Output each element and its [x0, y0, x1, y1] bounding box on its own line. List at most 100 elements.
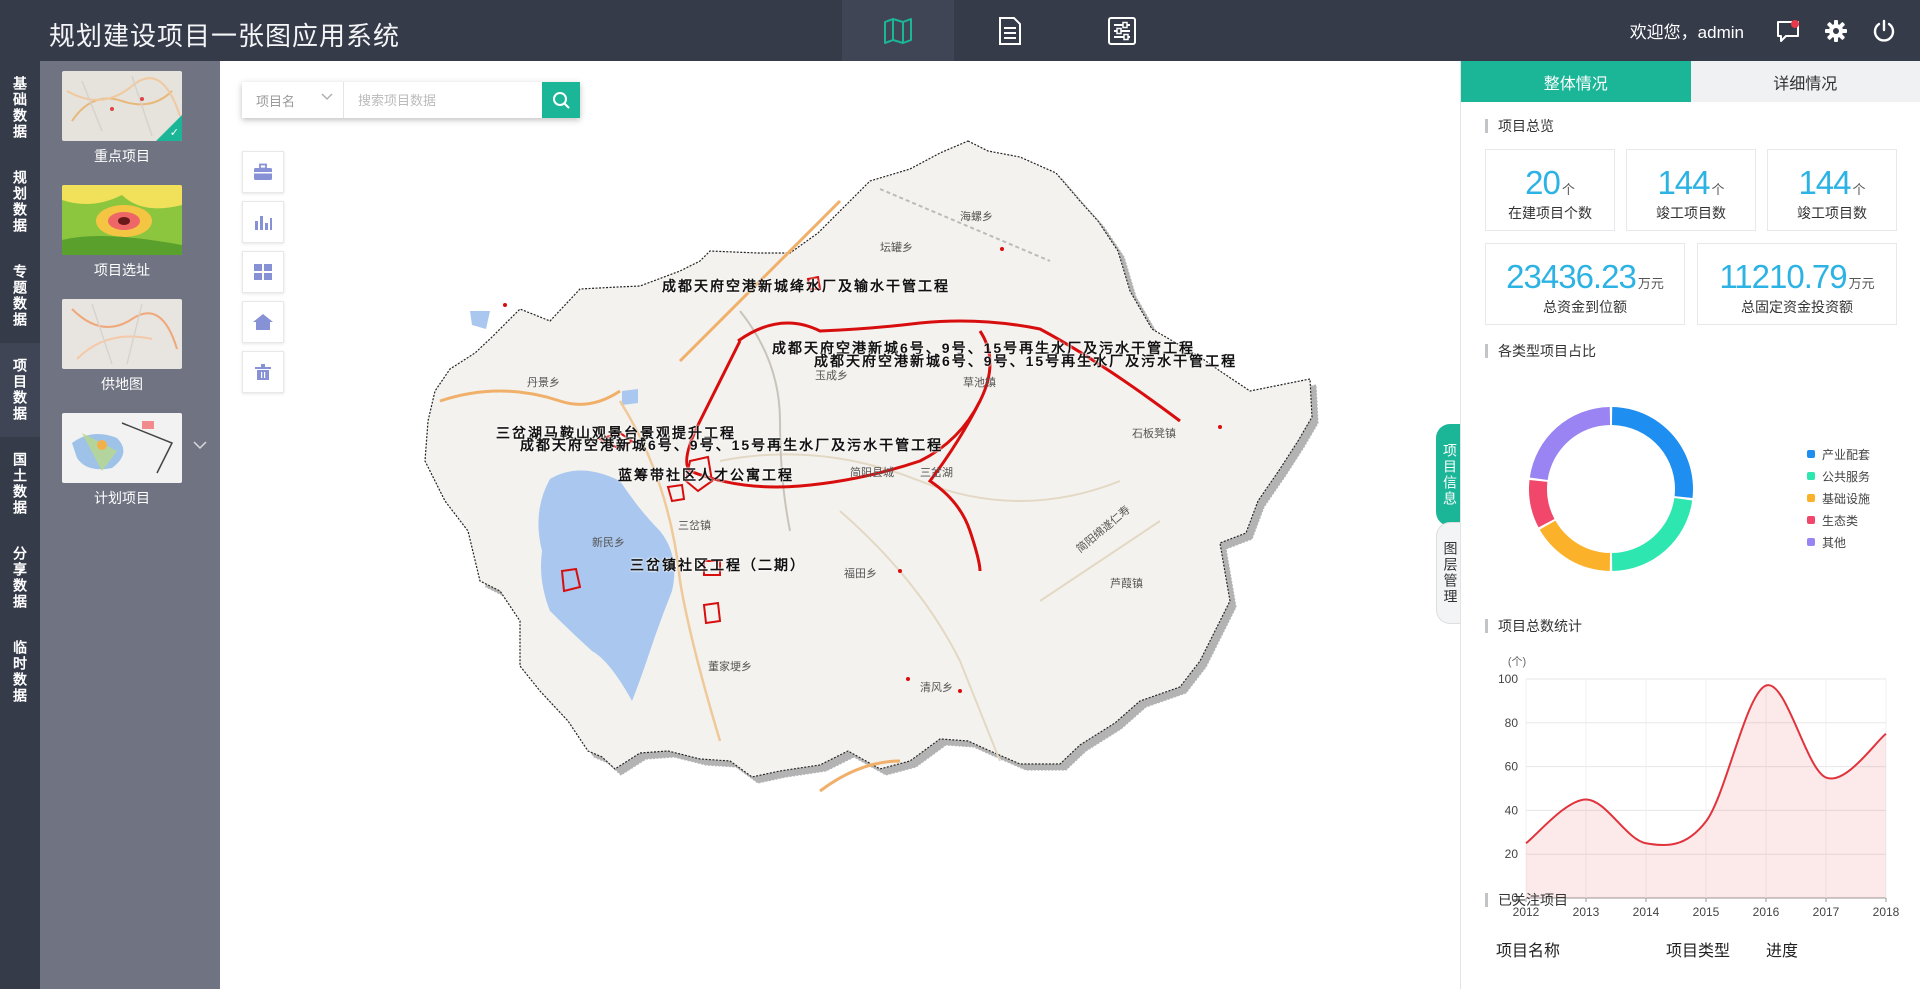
info-panel: 整体情况 详细情况 项目总览 20 个 在建项目个数 144 个 竣工项目数 144… — [1460, 61, 1920, 989]
legend-swatch — [1807, 516, 1815, 524]
search-button[interactable] — [542, 82, 580, 118]
tab-detail[interactable]: 详细情况 — [1690, 61, 1920, 102]
section-title-followed: 已关注项目 — [1485, 893, 1568, 907]
bar-chart-icon — [255, 216, 272, 230]
data-point[interactable] — [1765, 684, 1768, 687]
toolbox-button[interactable] — [242, 151, 284, 193]
stat-label: 竣工项目数 — [1797, 205, 1867, 221]
layout-button[interactable] — [242, 251, 284, 293]
legend-label: 产业配套 — [1822, 447, 1871, 462]
category-label: 项目数据 — [12, 358, 28, 422]
search-input[interactable] — [344, 82, 542, 118]
stat-label: 总资金到位额 — [1543, 299, 1627, 315]
category-land-data[interactable]: 国土数据 — [0, 437, 40, 531]
home-view-button[interactable] — [242, 301, 284, 343]
map-canvas[interactable] — [220, 61, 1460, 989]
messages-button[interactable] — [1764, 0, 1812, 61]
donut-slice-2[interactable] — [1539, 520, 1611, 571]
legend-item[interactable]: 公共服务 — [1807, 465, 1870, 487]
nav-map-button[interactable] — [842, 0, 954, 61]
project-label[interactable]: 蓝筹带社区人才公寓工程 — [618, 465, 794, 485]
category-label: 专题数据 — [12, 264, 28, 328]
power-icon — [1873, 19, 1895, 42]
legend-item[interactable]: 产业配套 — [1807, 443, 1870, 465]
donut-slice-4[interactable] — [1529, 407, 1611, 481]
legend-item[interactable]: 生态类 — [1807, 509, 1870, 531]
header-user-area: 欢迎您，admin — [1630, 0, 1920, 61]
layer-thumbnail-panel: ✓ 重点项目 项目选址 供地图 计划项目 — [40, 61, 220, 989]
project-label[interactable]: 成都天府空港新城绛水厂及输水干管工程 — [662, 276, 950, 296]
project-label[interactable]: 成都天府空港新城6号、9号、15号再生水厂及污水干管工程 — [814, 351, 1237, 371]
statistics-button[interactable] — [242, 201, 284, 243]
project-label[interactable]: 成都天府空港新城6号、9号、15号再生水厂及污水干管工程 — [520, 435, 943, 455]
data-point[interactable] — [1705, 820, 1708, 823]
y-tick-label: 40 — [1505, 803, 1519, 817]
town-label: 清风乡 — [920, 682, 953, 694]
thumbnail-image: ✓ — [62, 71, 182, 141]
thumbnail-land-supply[interactable]: 供地图 — [62, 299, 182, 394]
thumbnail-project-siting[interactable]: 项目选址 — [62, 185, 182, 280]
town-label: 石板凳镇 — [1132, 428, 1176, 440]
data-point[interactable] — [1525, 842, 1528, 845]
data-point[interactable] — [1585, 798, 1588, 801]
y-tick-label: 60 — [1505, 760, 1519, 774]
town-label: 草池镇 — [963, 377, 996, 389]
section-title-line: 项目总数统计 — [1485, 619, 1582, 633]
legend-swatch — [1807, 538, 1815, 546]
nav-settings-list-button[interactable] — [1066, 0, 1178, 61]
town-label: 丹景乡 — [527, 377, 560, 389]
logout-button[interactable] — [1860, 0, 1908, 61]
clear-button[interactable] — [242, 351, 284, 393]
section-title-overview: 项目总览 — [1485, 119, 1554, 133]
stat-label: 总固定资金投资额 — [1741, 299, 1853, 315]
data-point[interactable] — [1885, 732, 1888, 735]
donut-slice-0[interactable] — [1611, 407, 1693, 499]
stat-unit: 万元 — [1848, 276, 1875, 291]
donut-slice-3[interactable] — [1529, 479, 1555, 528]
donut-legend: 产业配套公共服务基础设施生态类其他 — [1807, 443, 1870, 553]
category-temp-data[interactable]: 临时数据 — [0, 625, 40, 719]
notification-dot — [1791, 20, 1799, 28]
stat-value: 23436.23 万元 — [1486, 258, 1684, 296]
thumbnail-planned-projects[interactable]: 计划项目 — [62, 413, 182, 508]
category-shared-data[interactable]: 分享数据 — [0, 531, 40, 625]
category-project-data[interactable]: 项目数据 — [0, 343, 40, 437]
project-point — [906, 677, 910, 681]
tab-overall[interactable]: 整体情况 — [1461, 61, 1691, 102]
data-point[interactable] — [1825, 776, 1828, 779]
donut-slice-1[interactable] — [1611, 497, 1693, 571]
stat-value: 11210.79 万元 — [1698, 258, 1896, 296]
nav-list-button[interactable] — [954, 0, 1066, 61]
project-total-line-chart[interactable]: (个)0204060801002012 2013 2014 2015 2016 2017 2… — [1481, 651, 1911, 921]
legend-label: 基础设施 — [1822, 491, 1871, 506]
data-point[interactable] — [1645, 842, 1648, 845]
thumbnail-label: 供地图 — [101, 376, 143, 392]
map-view[interactable]: 海螺乡 坛罐乡 丹景乡 玉成乡 草池镇 石板凳镇 简阳县城 三岔湖 新民乡 三岔… — [220, 61, 1460, 989]
thumbnail-key-projects[interactable]: ✓ 重点项目 — [62, 71, 182, 166]
trash-icon — [255, 364, 271, 380]
town-label: 海螺乡 — [960, 211, 993, 223]
legend-item[interactable]: 基础设施 — [1807, 487, 1870, 509]
category-planning-data[interactable]: 规划数据 — [0, 155, 40, 249]
stat-unit: 个 — [1561, 182, 1575, 197]
project-label[interactable]: 三岔镇社区工程（二期） — [630, 555, 806, 575]
legend-item[interactable]: 其他 — [1807, 531, 1870, 553]
x-tick-label: 2013 — [1573, 905, 1600, 919]
town-label: 福田乡 — [844, 568, 877, 580]
search-category-select[interactable]: 项目名 — [242, 82, 344, 118]
legend-label: 其他 — [1822, 535, 1847, 550]
lake-area — [622, 389, 638, 405]
x-tick-label: 2014 — [1633, 905, 1660, 919]
project-type-donut-chart[interactable] — [1521, 399, 1701, 579]
thumbnail-label: 重点项目 — [94, 148, 150, 164]
followed-table-header: 项目名称 项目类型 进度 — [1461, 929, 1920, 969]
app-header: 规划建设项目一张图应用系统 欢迎您，admin — [0, 0, 1920, 61]
category-basic-data[interactable]: 基础数据 — [0, 61, 40, 155]
thumbnail-label: 项目选址 — [94, 262, 150, 278]
project-point — [1218, 425, 1222, 429]
legend-swatch — [1807, 450, 1815, 458]
chevron-down-icon[interactable] — [193, 441, 207, 450]
category-topic-data[interactable]: 专题数据 — [0, 249, 40, 343]
settings-button[interactable] — [1812, 0, 1860, 61]
map-icon — [884, 17, 912, 44]
